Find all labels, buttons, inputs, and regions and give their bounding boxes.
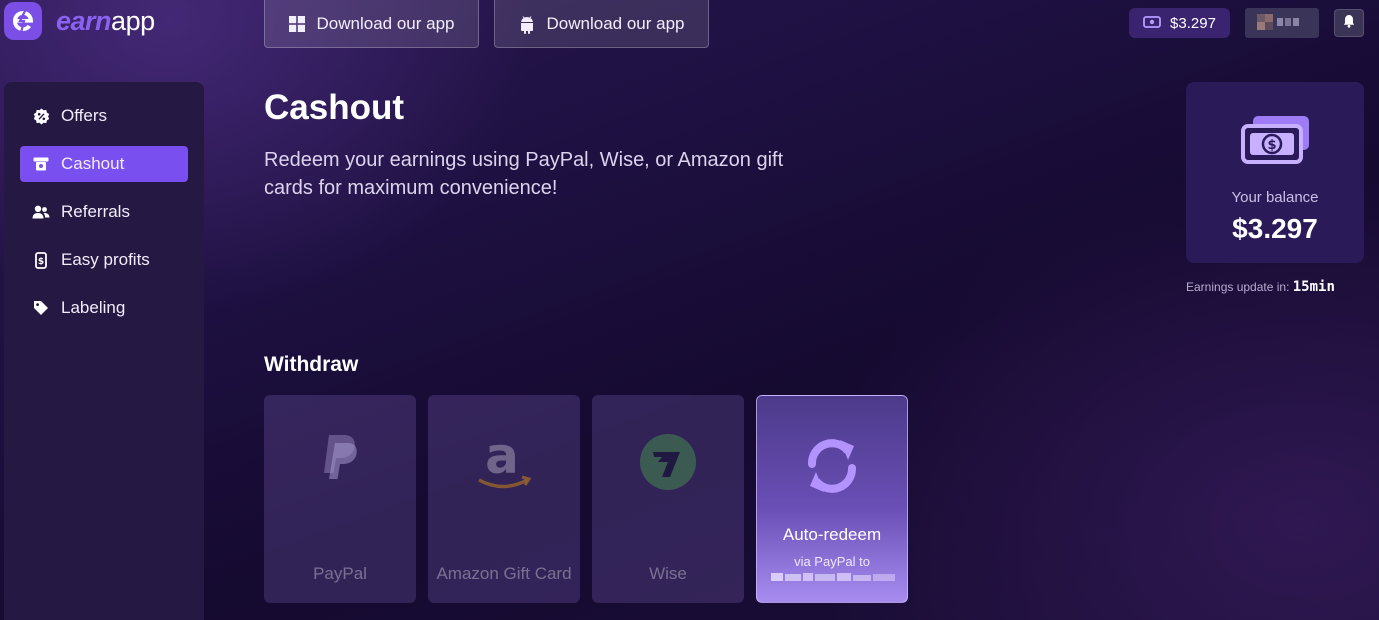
tag-icon: [32, 299, 50, 317]
withdraw-option-wise[interactable]: Wise: [592, 395, 744, 603]
users-plus-icon: [32, 203, 50, 221]
balance-value: $3.297: [1232, 213, 1318, 244]
header-balance-chip[interactable]: $3.297: [1129, 8, 1230, 38]
download-android-label: Download our app: [546, 13, 685, 33]
windows-icon: [288, 15, 305, 32]
sidebar-item-labeling[interactable]: Labeling: [20, 290, 188, 326]
user-menu[interactable]: [1245, 8, 1319, 38]
logo[interactable]: earnapp: [4, 2, 155, 40]
header-balance-value: $3.297: [1170, 14, 1216, 32]
earnings-update-prefix: Earnings update in:: [1186, 280, 1290, 294]
sidebar-item-label: Offers: [61, 106, 107, 125]
logo-earn-text: earn: [56, 5, 112, 36]
phone-dollar-icon: $: [32, 251, 50, 269]
svg-text:a: a: [485, 433, 519, 485]
sidebar-item-label: Cashout: [61, 154, 125, 173]
refresh-icon: [757, 436, 907, 496]
sidebar-item-cashout[interactable]: Cashout: [20, 146, 188, 182]
withdraw-option-label: PayPal: [313, 564, 367, 583]
sidebar-item-easy-profits[interactable]: $ Easy profits: [20, 242, 188, 278]
page-title: Cashout: [264, 88, 404, 127]
balance-card: $ Your balance $3.297: [1186, 82, 1364, 263]
sidebar-item-label: Easy profits: [61, 250, 150, 269]
money-icon: $: [1241, 114, 1311, 169]
download-windows-label: Download our app: [316, 13, 455, 33]
svg-text:$: $: [1267, 138, 1276, 153]
sidebar: Offers Cashout Referrals $ Easy profits …: [4, 82, 204, 620]
bell-icon: [1343, 14, 1355, 33]
withdraw-title: Withdraw: [264, 353, 359, 376]
page-description: Redeem your earnings using PayPal, Wise,…: [264, 149, 784, 199]
notifications-button[interactable]: [1334, 9, 1364, 37]
download-android-button[interactable]: Download our app: [494, 0, 709, 48]
wise-icon: [592, 433, 744, 491]
cashout-icon: [32, 155, 50, 173]
withdraw-option-paypal[interactable]: PayPal: [264, 395, 416, 603]
sidebar-item-referrals[interactable]: Referrals: [20, 194, 188, 230]
sidebar-item-offers[interactable]: Offers: [20, 98, 188, 134]
amazon-icon: a: [428, 433, 580, 495]
withdraw-option-label: Wise: [649, 564, 687, 583]
cash-icon: [1143, 15, 1161, 32]
redacted-email: [771, 573, 895, 581]
earnings-update-note: Earnings update in: 15min: [1186, 279, 1335, 295]
download-windows-button[interactable]: Download our app: [264, 0, 479, 48]
auto-redeem-sublabel: via PayPal to: [794, 554, 870, 569]
withdraw-option-label: Auto-redeem: [782, 525, 882, 544]
sidebar-item-label: Referrals: [61, 202, 130, 221]
badge-percent-icon: [32, 107, 50, 125]
withdraw-option-amazon[interactable]: a Amazon Gift Card: [428, 395, 580, 603]
sidebar-item-label: Labeling: [61, 298, 126, 317]
balance-label: Your balance: [1231, 189, 1319, 206]
logo-app-text: app: [111, 5, 155, 36]
logo-wordmark: earnapp: [56, 5, 155, 36]
svg-text:$: $: [38, 257, 44, 267]
paypal-icon: [264, 433, 416, 481]
withdraw-option-auto-redeem[interactable]: Auto-redeem via PayPal to: [756, 395, 908, 603]
android-icon: [519, 15, 535, 34]
earnings-update-value: 15min: [1292, 279, 1335, 295]
earnapp-e-icon: [4, 2, 42, 40]
earnapp-window: earnapp Download our app Download our ap…: [0, 0, 1379, 620]
withdraw-option-label: Amazon Gift Card: [436, 564, 572, 583]
